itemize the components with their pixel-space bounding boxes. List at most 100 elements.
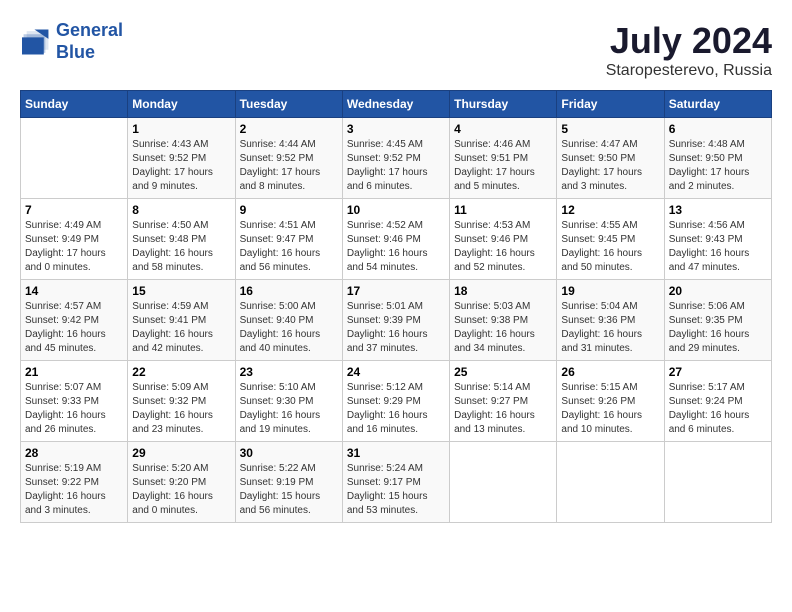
day-info: Sunrise: 5:06 AMSunset: 9:35 PMDaylight:… bbox=[669, 300, 767, 356]
calendar-cell: 5 Sunrise: 4:47 AMSunset: 9:50 PMDaylight… bbox=[557, 118, 664, 199]
calendar-week-row: 21Sunrise: 5:07 AMSunset: 9:33 PMDayligh… bbox=[21, 361, 772, 442]
weekday-header-cell: Saturday bbox=[664, 91, 771, 118]
day-number: 8 bbox=[132, 203, 230, 217]
weekday-header-cell: Friday bbox=[557, 91, 664, 118]
day-number: 17 bbox=[347, 284, 445, 298]
day-number: 20 bbox=[669, 284, 767, 298]
calendar-cell: 18Sunrise: 5:03 AMSunset: 9:38 PMDayligh… bbox=[450, 280, 557, 361]
calendar-cell: 13Sunrise: 4:56 AMSunset: 9:43 PMDayligh… bbox=[664, 199, 771, 280]
day-info: Sunrise: 5:17 AMSunset: 9:24 PMDaylight:… bbox=[669, 381, 767, 437]
title-block: July 2024 Staropesterevo, Russia bbox=[606, 20, 772, 80]
calendar-cell: 23 Sunrise: 5:10 AMSunset: 9:30 PMDayligh… bbox=[235, 361, 342, 442]
day-number: 23 bbox=[240, 365, 338, 379]
day-number: 5 bbox=[561, 122, 659, 136]
day-info: Sunrise: 5:04 AMSunset: 9:36 PMDaylight:… bbox=[561, 300, 659, 356]
day-info: Sunrise: 4:56 AMSunset: 9:43 PMDaylight:… bbox=[669, 219, 767, 275]
day-number: 6 bbox=[669, 122, 767, 136]
day-info: Sunrise: 5:15 AMSunset: 9:26 PMDaylight:… bbox=[561, 381, 659, 437]
calendar-cell: 19 Sunrise: 5:04 AMSunset: 9:36 PMDayligh… bbox=[557, 280, 664, 361]
day-number: 2 bbox=[240, 122, 338, 136]
day-number: 22 bbox=[132, 365, 230, 379]
day-number: 15 bbox=[132, 284, 230, 298]
day-info: Sunrise: 4:44 AMSunset: 9:52 PMDaylight:… bbox=[240, 138, 338, 194]
weekday-header-cell: Sunday bbox=[21, 91, 128, 118]
calendar-cell: 9 Sunrise: 4:51 AMSunset: 9:47 PMDaylight… bbox=[235, 199, 342, 280]
day-info: Sunrise: 5:00 AMSunset: 9:40 PMDaylight:… bbox=[240, 300, 338, 356]
calendar-cell: 30Sunrise: 5:22 AMSunset: 9:19 PMDayligh… bbox=[235, 442, 342, 523]
day-info: Sunrise: 4:52 AMSunset: 9:46 PMDaylight:… bbox=[347, 219, 445, 275]
day-info: Sunrise: 4:47 AMSunset: 9:50 PMDaylight:… bbox=[561, 138, 659, 194]
calendar-cell: 20 Sunrise: 5:06 AMSunset: 9:35 PMDayligh… bbox=[664, 280, 771, 361]
calendar-cell: 25 Sunrise: 5:14 AMSunset: 9:27 PMDayligh… bbox=[450, 361, 557, 442]
day-info: Sunrise: 4:57 AMSunset: 9:42 PMDaylight:… bbox=[25, 300, 123, 356]
day-info: Sunrise: 4:48 AMSunset: 9:50 PMDaylight:… bbox=[669, 138, 767, 194]
logo-text: General Blue bbox=[56, 20, 123, 63]
day-info: Sunrise: 4:46 AMSunset: 9:51 PMDaylight:… bbox=[454, 138, 552, 194]
calendar-table: SundayMondayTuesdayWednesdayThursdayFrid… bbox=[20, 90, 772, 523]
calendar-cell bbox=[450, 442, 557, 523]
weekday-header-cell: Monday bbox=[128, 91, 235, 118]
calendar-cell: 12Sunrise: 4:55 AMSunset: 9:45 PMDayligh… bbox=[557, 199, 664, 280]
day-number: 16 bbox=[240, 284, 338, 298]
day-number: 14 bbox=[25, 284, 123, 298]
day-info: Sunrise: 5:07 AMSunset: 9:33 PMDaylight:… bbox=[25, 381, 123, 437]
calendar-cell: 10 Sunrise: 4:52 AMSunset: 9:46 PMDayligh… bbox=[342, 199, 449, 280]
calendar-cell bbox=[557, 442, 664, 523]
day-number: 25 bbox=[454, 365, 552, 379]
calendar-cell: 3 Sunrise: 4:45 AMSunset: 9:52 PMDaylight… bbox=[342, 118, 449, 199]
calendar-cell: 26 Sunrise: 5:15 AMSunset: 9:26 PMDayligh… bbox=[557, 361, 664, 442]
day-number: 9 bbox=[240, 203, 338, 217]
calendar-cell: 16 Sunrise: 5:00 AMSunset: 9:40 PMDayligh… bbox=[235, 280, 342, 361]
calendar-week-row: 1Sunrise: 4:43 AMSunset: 9:52 PMDaylight… bbox=[21, 118, 772, 199]
day-info: Sunrise: 5:19 AMSunset: 9:22 PMDaylight:… bbox=[25, 462, 123, 518]
day-info: Sunrise: 4:53 AMSunset: 9:46 PMDaylight:… bbox=[454, 219, 552, 275]
calendar-cell: 22 Sunrise: 5:09 AMSunset: 9:32 PMDayligh… bbox=[128, 361, 235, 442]
calendar-cell: 7 Sunrise: 4:49 AMSunset: 9:49 PMDaylight… bbox=[21, 199, 128, 280]
calendar-cell: 14 Sunrise: 4:57 AMSunset: 9:42 PMDayligh… bbox=[21, 280, 128, 361]
day-number: 26 bbox=[561, 365, 659, 379]
calendar-cell bbox=[664, 442, 771, 523]
calendar-cell: 24Sunrise: 5:12 AMSunset: 9:29 PMDayligh… bbox=[342, 361, 449, 442]
day-info: Sunrise: 4:55 AMSunset: 9:45 PMDaylight:… bbox=[561, 219, 659, 275]
day-info: Sunrise: 5:09 AMSunset: 9:32 PMDaylight:… bbox=[132, 381, 230, 437]
weekday-header-row: SundayMondayTuesdayWednesdayThursdayFrid… bbox=[21, 91, 772, 118]
calendar-cell bbox=[21, 118, 128, 199]
calendar-cell: 31Sunrise: 5:24 AMSunset: 9:17 PMDayligh… bbox=[342, 442, 449, 523]
day-number: 7 bbox=[25, 203, 123, 217]
day-info: Sunrise: 5:20 AMSunset: 9:20 PMDaylight:… bbox=[132, 462, 230, 518]
day-info: Sunrise: 5:24 AMSunset: 9:17 PMDaylight:… bbox=[347, 462, 445, 518]
day-number: 4 bbox=[454, 122, 552, 136]
day-number: 19 bbox=[561, 284, 659, 298]
calendar-cell: 15 Sunrise: 4:59 AMSunset: 9:41 PMDayligh… bbox=[128, 280, 235, 361]
logo: General Blue bbox=[20, 20, 123, 63]
day-info: Sunrise: 4:50 AMSunset: 9:48 PMDaylight:… bbox=[132, 219, 230, 275]
day-info: Sunrise: 4:59 AMSunset: 9:41 PMDaylight:… bbox=[132, 300, 230, 356]
day-info: Sunrise: 5:12 AMSunset: 9:29 PMDaylight:… bbox=[347, 381, 445, 437]
day-info: Sunrise: 4:51 AMSunset: 9:47 PMDaylight:… bbox=[240, 219, 338, 275]
day-number: 10 bbox=[347, 203, 445, 217]
calendar-cell: 2 Sunrise: 4:44 AMSunset: 9:52 PMDaylight… bbox=[235, 118, 342, 199]
day-info: Sunrise: 4:49 AMSunset: 9:49 PMDaylight:… bbox=[25, 219, 123, 275]
calendar-cell: 11 Sunrise: 4:53 AMSunset: 9:46 PMDayligh… bbox=[450, 199, 557, 280]
calendar-cell: 17 Sunrise: 5:01 AMSunset: 9:39 PMDayligh… bbox=[342, 280, 449, 361]
calendar-cell: 4 Sunrise: 4:46 AMSunset: 9:51 PMDaylight… bbox=[450, 118, 557, 199]
page-header: General Blue July 2024 Staropesterevo, R… bbox=[20, 20, 772, 80]
day-info: Sunrise: 5:01 AMSunset: 9:39 PMDaylight:… bbox=[347, 300, 445, 356]
day-info: Sunrise: 5:14 AMSunset: 9:27 PMDaylight:… bbox=[454, 381, 552, 437]
day-number: 29 bbox=[132, 446, 230, 460]
calendar-title: July 2024 bbox=[606, 20, 772, 62]
calendar-week-row: 28 Sunrise: 5:19 AMSunset: 9:22 PMDayligh… bbox=[21, 442, 772, 523]
day-number: 3 bbox=[347, 122, 445, 136]
logo-icon bbox=[20, 28, 52, 56]
day-info: Sunrise: 4:45 AMSunset: 9:52 PMDaylight:… bbox=[347, 138, 445, 194]
calendar-cell: 8 Sunrise: 4:50 AMSunset: 9:48 PMDaylight… bbox=[128, 199, 235, 280]
day-info: Sunrise: 5:10 AMSunset: 9:30 PMDaylight:… bbox=[240, 381, 338, 437]
calendar-cell: 28 Sunrise: 5:19 AMSunset: 9:22 PMDayligh… bbox=[21, 442, 128, 523]
calendar-cell: 21Sunrise: 5:07 AMSunset: 9:33 PMDayligh… bbox=[21, 361, 128, 442]
day-number: 27 bbox=[669, 365, 767, 379]
day-number: 28 bbox=[25, 446, 123, 460]
calendar-cell: 27 Sunrise: 5:17 AMSunset: 9:24 PMDayligh… bbox=[664, 361, 771, 442]
weekday-header-cell: Tuesday bbox=[235, 91, 342, 118]
day-number: 30 bbox=[240, 446, 338, 460]
day-number: 11 bbox=[454, 203, 552, 217]
